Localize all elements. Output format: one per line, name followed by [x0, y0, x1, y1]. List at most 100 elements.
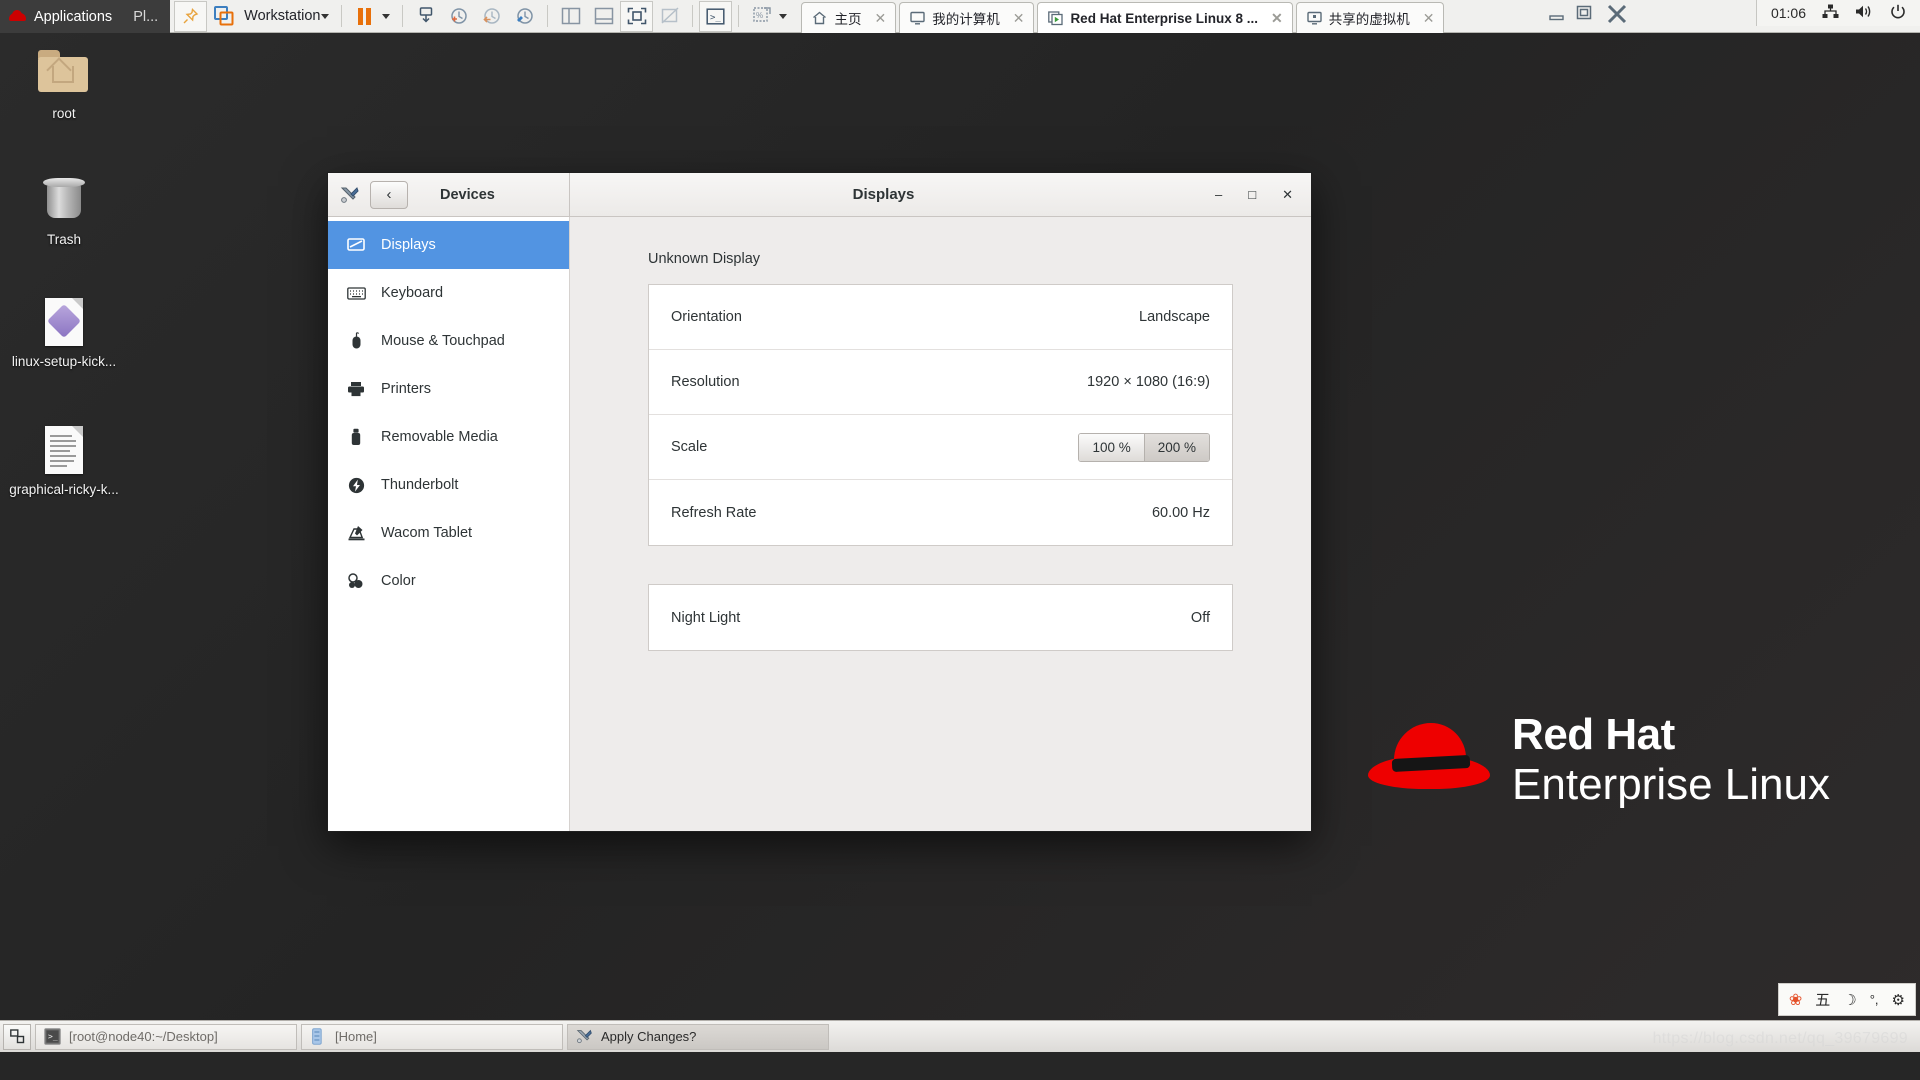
sidebar-item-label: Displays: [381, 237, 436, 253]
row-label: Scale: [671, 439, 708, 455]
sidebar-item-label: Printers: [381, 381, 431, 397]
guest-status-bar: 01:06: [1755, 0, 1920, 26]
tab-home[interactable]: 主页 ✕: [801, 2, 897, 33]
row-night-light[interactable]: Night Light Off: [649, 585, 1232, 650]
thumbnail-bar-icon[interactable]: [587, 1, 620, 32]
taskbar-item-label: [root@node40:~/Desktop]: [69, 1029, 218, 1044]
mouse-icon: [346, 332, 366, 350]
display-icon: [346, 237, 366, 253]
vmware-tab-bar: 主页 ✕ 我的计算机 ✕ Red Hat Enterprise Linux 8 …: [801, 0, 1445, 33]
vmware-restore-button[interactable]: [1576, 5, 1596, 28]
usb-icon: [346, 428, 366, 446]
sidebar-item-label: Thunderbolt: [381, 477, 459, 493]
pin-icon[interactable]: [174, 0, 208, 32]
thunderbolt-icon: [346, 477, 366, 494]
tab-close-icon[interactable]: ✕: [1013, 10, 1025, 27]
taskbar: >_ [root@node40:~/Desktop] [Home] Apply …: [0, 1020, 1920, 1052]
row-label: Refresh Rate: [671, 504, 757, 521]
home-folder-icon: [38, 50, 90, 100]
gear-icon[interactable]: ⚙: [1892, 991, 1905, 1009]
fullscreen-icon[interactable]: [620, 0, 654, 32]
settings-main-panel: Unknown Display Orientation Landscape Re…: [570, 217, 1311, 831]
sidebar-item-keyboard[interactable]: Keyboard: [328, 269, 569, 317]
show-desktop-button[interactable]: [3, 1023, 31, 1050]
sidebar-item-printers[interactable]: Printers: [328, 365, 569, 413]
night-light-card[interactable]: Night Light Off: [648, 584, 1233, 651]
row-orientation[interactable]: Orientation Landscape: [649, 285, 1232, 350]
red-hat-logo-icon: [1368, 721, 1491, 799]
taskbar-item-home[interactable]: [Home]: [301, 1023, 563, 1050]
tab-close-icon[interactable]: ✕: [1423, 10, 1435, 27]
taskbar-item-terminal[interactable]: >_ [root@node40:~/Desktop]: [35, 1023, 297, 1050]
tools-icon: [340, 186, 359, 203]
moon-icon[interactable]: ☽: [1843, 991, 1856, 1009]
sidebar-item-wacom-tablet[interactable]: Wacom Tablet: [328, 509, 569, 557]
sidebar-item-thunderbolt[interactable]: Thunderbolt: [328, 461, 569, 509]
ime-chinese-icon[interactable]: 五: [1815, 989, 1830, 1010]
row-resolution[interactable]: Resolution 1920 × 1080 (16:9): [649, 350, 1232, 415]
snapshot-manager-icon[interactable]: [508, 1, 541, 32]
minimize-button[interactable]: –: [1215, 187, 1222, 202]
vmware-minimize-button[interactable]: [1548, 6, 1566, 27]
row-label: Night Light: [671, 609, 741, 626]
workstation-label: Workstation: [244, 8, 321, 24]
power-icon[interactable]: [1890, 4, 1906, 23]
sidebar-item-displays[interactable]: Displays: [328, 221, 569, 269]
tab-close-icon[interactable]: ✕: [874, 10, 886, 27]
sidebar-item-label: Keyboard: [381, 285, 444, 301]
desktop-icon-linux-setup-kick[interactable]: linux-setup-kick...: [6, 298, 122, 370]
screen: root Trash linux-setup-kick... graphical…: [0, 0, 1920, 1080]
sidebar-icon[interactable]: [554, 1, 587, 32]
row-value: Off: [1190, 609, 1210, 626]
taskbar-item-apply-changes[interactable]: Apply Changes?: [567, 1023, 829, 1050]
snapshot-take-icon[interactable]: [442, 1, 475, 32]
settings-titlebar: ‹ Devices Displays – □ ✕: [328, 173, 1311, 217]
workstation-icon[interactable]: [207, 1, 240, 32]
unity-icon[interactable]: [653, 1, 686, 32]
power-dropdown-icon[interactable]: [382, 13, 391, 19]
shared-vm-icon: [1307, 11, 1322, 25]
tab-rhel8[interactable]: Red Hat Enterprise Linux 8 ... ✕: [1037, 2, 1293, 33]
desktop-icon-root[interactable]: root: [6, 50, 122, 122]
taskbar-item-label: [Home]: [335, 1029, 377, 1044]
svg-text:%: %: [756, 11, 763, 20]
row-value: 1920 × 1080 (16:9): [1087, 374, 1210, 390]
desktop-background[interactable]: root Trash linux-setup-kick... graphical…: [0, 33, 1920, 1052]
gnome-applications-menu[interactable]: Applications Pl...: [0, 0, 171, 33]
close-button[interactable]: ✕: [1282, 187, 1293, 203]
desktop-icon-graphical-ricky-k[interactable]: graphical-ricky-k...: [6, 426, 122, 498]
clock-label[interactable]: 01:06: [1771, 5, 1806, 21]
row-scale: Scale 100 % 200 %: [649, 415, 1232, 480]
baidu-paw-icon[interactable]: ❀: [1789, 990, 1802, 1010]
maximize-button[interactable]: □: [1248, 187, 1256, 202]
workstation-dropdown-icon[interactable]: [321, 13, 330, 19]
back-button[interactable]: ‹: [370, 180, 408, 209]
row-label: Orientation: [671, 309, 742, 325]
sidebar-item-color[interactable]: Color: [328, 557, 569, 605]
console-icon[interactable]: >_: [699, 0, 733, 32]
scale-option-100[interactable]: 100 %: [1079, 433, 1144, 461]
settings-window[interactable]: ‹ Devices Displays – □ ✕ Displays Keyboa…: [327, 172, 1312, 832]
row-refresh-rate[interactable]: Refresh Rate 60.00 Hz: [649, 480, 1232, 545]
degree-icon[interactable]: °,: [1870, 992, 1879, 1007]
snapshot-revert-icon[interactable]: [475, 1, 508, 32]
trash-icon: [38, 176, 90, 226]
snapshot-icon[interactable]: [409, 1, 442, 32]
tab-close-icon[interactable]: ✕: [1271, 10, 1283, 27]
show-desktop-icon: [9, 1029, 24, 1044]
tab-shared-vms[interactable]: 共享的虚拟机 ✕: [1295, 2, 1445, 33]
scale-option-200[interactable]: 200 %: [1143, 433, 1209, 461]
tab-my-computer[interactable]: 我的计算机 ✕: [899, 2, 1035, 33]
red-hat-branding: Red Hat Enterprise Linux: [1368, 713, 1830, 807]
vm-running-icon: [1048, 11, 1064, 26]
desktop-icon-label: linux-setup-kick...: [11, 354, 117, 369]
sidebar-item-removable-media[interactable]: Removable Media: [328, 413, 569, 461]
network-icon[interactable]: [1822, 4, 1839, 22]
desktop-icon-trash[interactable]: Trash: [6, 176, 122, 248]
vmware-close-button[interactable]: [1606, 4, 1628, 29]
sidebar-item-mouse-touchpad[interactable]: Mouse & Touchpad: [328, 317, 569, 365]
settings-icon[interactable]: %: [745, 1, 778, 32]
settings-dropdown-icon[interactable]: [779, 13, 788, 19]
pause-icon[interactable]: [348, 1, 381, 32]
volume-icon[interactable]: [1855, 4, 1874, 22]
